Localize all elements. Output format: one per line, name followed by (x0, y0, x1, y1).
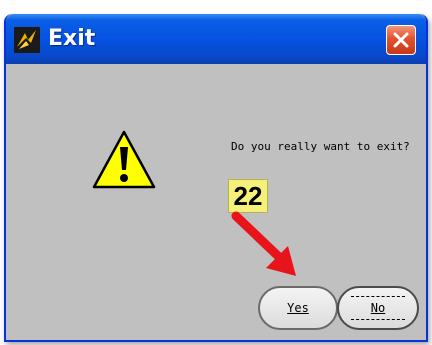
window-title: Exit (48, 26, 96, 51)
app-logo-icon (14, 27, 40, 53)
close-button[interactable] (386, 25, 416, 55)
confirm-message: Do you really want to exit? (231, 140, 410, 153)
warning-icon (91, 129, 157, 191)
step-number-badge: 22 (228, 179, 268, 213)
yes-button-label: Yes (287, 301, 309, 315)
red-arrow-icon (230, 210, 310, 285)
title-bar[interactable]: Exit (6, 14, 426, 64)
focus-indicator (351, 296, 405, 320)
no-button[interactable]: No (337, 286, 419, 330)
close-icon (393, 32, 409, 48)
exit-dialog-window: Exit Do you really want to exit? 22 Yes … (4, 14, 428, 342)
yes-button[interactable]: Yes (258, 286, 338, 330)
